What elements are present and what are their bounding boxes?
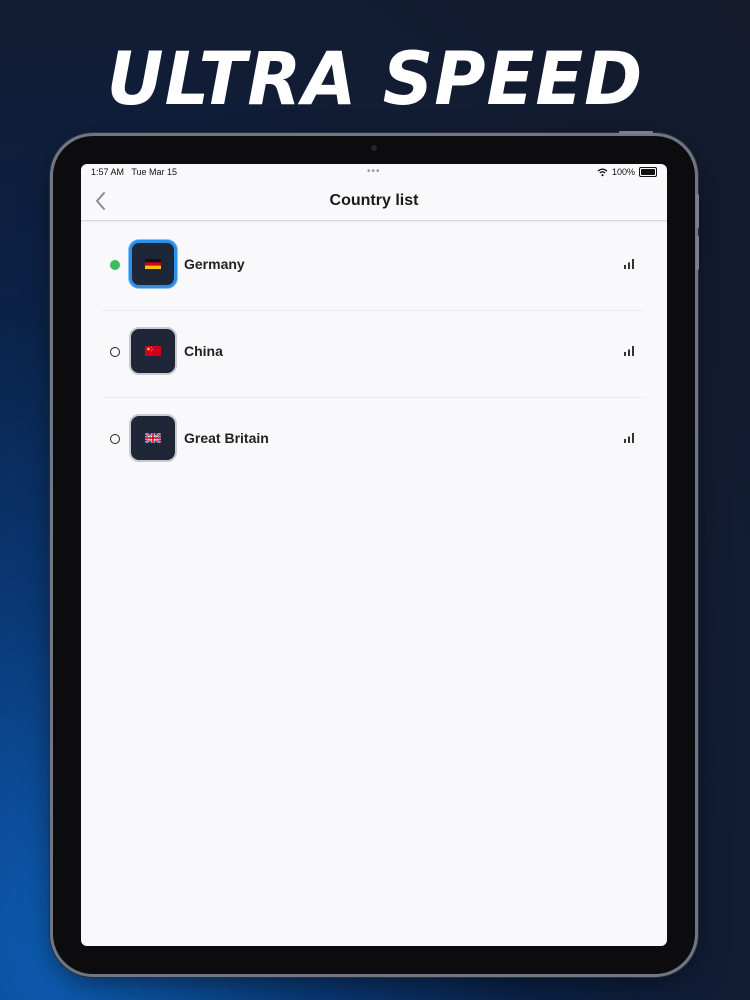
country-row-great-britain[interactable]: Great Britain xyxy=(101,398,645,484)
battery-icon xyxy=(639,167,657,177)
selection-indicator-selected[interactable] xyxy=(110,260,120,270)
flag-tile xyxy=(129,414,177,462)
wifi-icon xyxy=(597,167,608,176)
front-camera xyxy=(371,145,377,151)
multitasking-dots[interactable]: ••• xyxy=(367,166,381,177)
country-name: Germany xyxy=(184,256,245,272)
china-flag-icon xyxy=(145,346,161,356)
country-row-germany[interactable]: Germany xyxy=(101,224,645,311)
signal-bars-icon xyxy=(624,259,634,269)
flag-tile xyxy=(129,240,177,288)
signal-bars-icon xyxy=(624,346,634,356)
selection-indicator[interactable] xyxy=(110,434,120,444)
country-list: Germany China Great Britain xyxy=(101,224,645,484)
tablet-volume-up-button xyxy=(696,194,699,228)
status-date: Tue Mar 15 xyxy=(131,167,178,177)
tablet-top-button xyxy=(619,131,653,134)
status-right: 100% xyxy=(597,167,657,177)
tablet-volume-down-button xyxy=(696,236,699,270)
country-name: China xyxy=(184,343,223,359)
signal-bars-icon xyxy=(624,433,634,443)
great-britain-flag-icon xyxy=(145,433,161,443)
country-row-china[interactable]: China xyxy=(101,311,645,398)
germany-flag-icon xyxy=(145,259,161,269)
selection-indicator[interactable] xyxy=(110,347,120,357)
status-time-date: 1:57 AM Tue Mar 15 xyxy=(91,167,177,177)
battery-percent: 100% xyxy=(611,167,635,177)
headline: ULTRA SPEED xyxy=(106,35,644,123)
tablet-frame: 1:57 AM Tue Mar 15 ••• 100% Country list xyxy=(53,131,699,974)
page-title: Country list xyxy=(329,192,419,209)
flag-tile xyxy=(129,327,177,375)
status-time: 1:57 AM xyxy=(91,167,125,177)
navigation-bar: Country list xyxy=(81,182,667,221)
status-bar: 1:57 AM Tue Mar 15 ••• 100% xyxy=(81,164,667,182)
screen: 1:57 AM Tue Mar 15 ••• 100% Country list xyxy=(81,164,667,946)
country-name: Great Britain xyxy=(184,430,269,446)
